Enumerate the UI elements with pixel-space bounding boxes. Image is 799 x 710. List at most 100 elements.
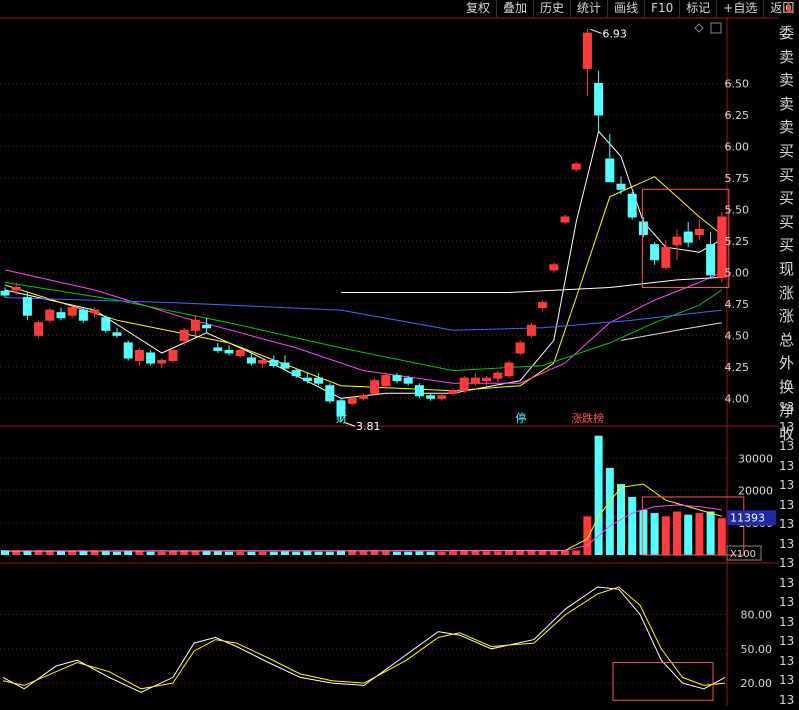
side-panel-label: 换	[779, 376, 799, 400]
candle-body	[326, 386, 334, 401]
candle-body	[91, 310, 99, 313]
side-panel-value: 13	[779, 437, 799, 457]
volume-bar	[326, 552, 334, 555]
volume-bar	[270, 552, 278, 555]
volume-bar	[113, 552, 121, 555]
volume-panel	[1, 436, 744, 555]
volume-bar	[57, 551, 65, 555]
candle-body	[12, 287, 20, 290]
candle-body	[23, 298, 31, 316]
candle-body	[270, 361, 278, 366]
candle-body	[169, 350, 177, 360]
volume-bar	[35, 551, 43, 555]
event-marker: 涨跌榜	[571, 411, 604, 425]
volume-bar	[427, 552, 435, 555]
price-tick-label: 6.50	[725, 77, 750, 90]
candle-body	[191, 320, 199, 330]
volume-unit-label: X100	[730, 549, 756, 560]
price-tick-label: 5.75	[725, 172, 750, 185]
volume-bar	[79, 551, 87, 555]
volume-bar	[718, 518, 726, 555]
side-panel-label: 现	[779, 258, 799, 282]
price-tick-label: 4.25	[725, 361, 750, 374]
candle-body	[382, 376, 390, 386]
side-panel-label: 卖	[779, 116, 799, 140]
candle-body	[225, 350, 233, 353]
stock-chart[interactable]: 6.933.81财停涨跌榜 6.506.256.005.755.505.255.…	[0, 0, 779, 706]
osc-tick-label: 80.00	[741, 608, 773, 621]
volume-bar	[415, 551, 423, 555]
axis-labels: 6.506.256.005.755.505.255.004.754.504.25…	[725, 77, 777, 690]
price-tick-label: 6.00	[725, 140, 750, 153]
candle-body	[494, 373, 502, 378]
osc-k-line	[3, 587, 725, 692]
volume-bar	[124, 551, 132, 555]
candle-body	[158, 361, 166, 364]
side-panel-label: 买	[779, 234, 799, 258]
candle-body	[359, 396, 367, 399]
volume-bar	[460, 551, 468, 555]
volume-bar	[707, 511, 715, 555]
candle-body	[35, 323, 43, 336]
corner-l-button[interactable]: L	[781, 0, 799, 17]
side-panel-value: 13	[779, 574, 799, 594]
volume-bar	[303, 551, 311, 555]
candle-body	[247, 358, 255, 363]
candle-body	[57, 313, 65, 318]
candle-body	[281, 363, 289, 368]
osc-d-line	[3, 587, 725, 689]
candle-body	[651, 245, 659, 260]
candle-body	[348, 398, 356, 403]
volume-bar	[572, 550, 580, 555]
candle-body	[561, 217, 569, 222]
volume-bar	[46, 551, 54, 555]
candle-body	[147, 353, 155, 363]
volume-bar	[673, 511, 681, 555]
price-tick-label: 5.00	[725, 266, 750, 279]
candle-body	[438, 396, 446, 399]
volume-bar	[505, 551, 513, 555]
volume-bar	[651, 513, 659, 555]
candle-body	[292, 371, 300, 376]
volume-tick-label: 30000	[738, 452, 773, 465]
volume-bar	[91, 551, 99, 555]
candle-body	[79, 310, 87, 320]
volume-bar	[102, 551, 110, 555]
volume-bar	[135, 551, 143, 555]
side-panel-value: 13	[779, 613, 799, 633]
volume-bar	[214, 551, 222, 555]
candle-body	[639, 222, 647, 235]
side-panel-label: 买	[779, 187, 799, 211]
volume-bar	[203, 551, 211, 555]
side-panel-label: 买	[779, 140, 799, 164]
diamond-icon	[695, 24, 703, 32]
side-panel-label: 卖	[779, 46, 799, 70]
price-tick-label: 5.25	[725, 235, 750, 248]
ma60-line	[5, 298, 722, 331]
volume-bar	[404, 552, 412, 555]
osc-tick-label: 50.00	[741, 643, 773, 656]
candle-body	[695, 230, 703, 235]
volume-bar	[684, 515, 692, 555]
candle-body	[583, 33, 591, 68]
candle-body	[1, 291, 9, 295]
price-tick-label: 4.50	[725, 329, 750, 342]
volume-bar	[662, 516, 670, 555]
side-panel-value: 13	[779, 457, 799, 477]
volume-bar	[147, 552, 155, 555]
osc-tick-label: 20.00	[741, 677, 773, 690]
candle-body	[684, 232, 692, 242]
side-panel-value: 13	[779, 691, 799, 710]
ma250-line	[341, 277, 722, 292]
side-panel-value: 13	[779, 671, 799, 691]
candle-body	[460, 378, 468, 391]
ma10-line	[5, 177, 722, 391]
grid-lines	[0, 18, 779, 706]
side-panel-label: 买	[779, 164, 799, 188]
candle-body	[315, 378, 323, 383]
candle-body	[415, 386, 423, 396]
candle-body	[483, 378, 491, 381]
price-panel: 6.933.81财停涨跌榜	[1, 23, 729, 433]
candle-body	[236, 350, 244, 355]
candle-body	[214, 348, 222, 351]
